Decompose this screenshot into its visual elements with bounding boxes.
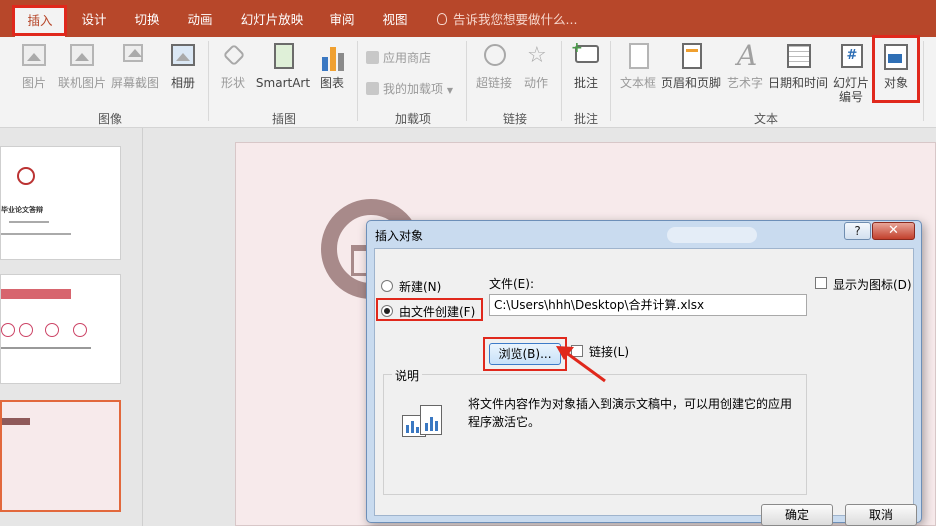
file-label: 文件(E): (489, 277, 534, 291)
header-footer-button[interactable]: 页眉和页脚 (660, 37, 722, 103)
file-path-input[interactable]: C:\Users\hhh\Desktop\合并计算.xlsx (489, 294, 807, 316)
create-from-file-radio[interactable] (381, 305, 393, 317)
picture-button[interactable]: 图片 (16, 37, 52, 103)
dialog-body: 新建(N) 由文件创建(F) 文件(E): C:\Users\hhh\Deskt… (374, 248, 917, 526)
dialog-titlebar[interactable]: 插入对象 ? ✕ (367, 221, 921, 248)
store-button[interactable]: 应用商店 (366, 49, 431, 66)
tell-me-box[interactable]: 告诉我您想要做什么... (437, 0, 577, 37)
link-checkbox[interactable] (571, 345, 583, 357)
description-group: 说明 将文件内容作为对象插入到演示文稿中，可以用创建它的应用程序激活它。 (383, 367, 807, 495)
ribbon: 图片 联机图片 屏幕截图 相册 图像 形状 SmartArt 图表 插图 应用商… (0, 37, 936, 128)
tab-review[interactable]: 审阅 (320, 0, 364, 37)
create-new-radio[interactable] (381, 280, 393, 292)
chart-button[interactable]: 图表 (316, 37, 348, 103)
store-icon (366, 51, 379, 64)
ok-button[interactable]: 确定 (761, 504, 833, 526)
addins-icon (366, 82, 379, 95)
textbox-icon (623, 41, 653, 73)
shapes-button[interactable]: 形状 (216, 37, 250, 103)
slide-thumbnail-1[interactable]: 毕业论文答辩 (0, 146, 121, 260)
textbox-button[interactable]: 文本框 (618, 37, 658, 103)
header-footer-icon (676, 41, 706, 73)
smartart-icon (268, 41, 298, 73)
close-button[interactable]: ✕ (872, 222, 915, 240)
description-title: 说明 (392, 367, 423, 384)
cancel-button[interactable]: 取消 (845, 504, 917, 526)
calendar-icon (783, 41, 813, 73)
insert-object-dialog: 插入对象 ? ✕ 新建(N) 由文件创建(F) 文件(E): C:\Users\… (366, 220, 922, 526)
wordart-icon: A (737, 39, 758, 72)
group-label-text: 文本 (753, 112, 778, 126)
display-as-icon-checkbox[interactable] (815, 277, 827, 289)
group-separator (357, 41, 358, 121)
slide-thumbnail-3[interactable] (0, 400, 121, 512)
object-button[interactable]: 对象 (876, 37, 916, 103)
screenshot-icon (120, 41, 150, 73)
bar-chart-icon (317, 41, 347, 73)
action-button[interactable]: ☆ 动作 (520, 37, 552, 103)
tab-insert[interactable]: 插入 (15, 7, 65, 37)
smartart-button[interactable]: SmartArt (254, 37, 312, 103)
create-new-label[interactable]: 新建(N) (399, 278, 441, 295)
wordart-button[interactable]: A 艺术字 (725, 37, 765, 103)
hash-icon: # (836, 41, 866, 73)
slide-number-button[interactable]: # 幻灯片 编号 (832, 37, 870, 104)
group-label-addins: 加载项 (394, 112, 431, 126)
display-as-icon-label[interactable]: 显示为图标(D) (833, 276, 912, 293)
online-picture-icon (67, 41, 97, 73)
group-label-images: 图像 (97, 112, 122, 126)
object-icon (881, 41, 911, 73)
blurred-background-text (667, 227, 757, 243)
group-label-links: 链接 (502, 112, 527, 126)
description-text: 将文件内容作为对象插入到演示文稿中，可以用创建它的应用程序激活它。 (468, 397, 793, 429)
group-separator (923, 41, 924, 121)
shapes-icon (218, 41, 248, 73)
group-separator (208, 41, 209, 121)
hyperlink-button[interactable]: 超链接 (474, 37, 514, 103)
album-icon (168, 41, 198, 73)
tab-view[interactable]: 视图 (373, 0, 417, 37)
picture-icon (19, 41, 49, 73)
screenshot-button[interactable]: 屏幕截图 (110, 37, 160, 103)
tab-transitions[interactable]: 切换 (125, 0, 169, 37)
star-icon: ☆ (527, 43, 547, 68)
album-button[interactable]: 相册 (166, 37, 200, 103)
group-label-illustrations: 插图 (271, 112, 296, 126)
comment-icon: + (571, 41, 601, 73)
slide-thumbnail-2[interactable] (0, 274, 121, 384)
embedded-file-icon (402, 405, 444, 441)
lightbulb-icon (437, 13, 447, 25)
comment-button[interactable]: + 批注 (570, 37, 602, 103)
tab-slideshow[interactable]: 幻灯片放映 (234, 0, 310, 37)
online-picture-button[interactable]: 联机图片 (56, 37, 108, 103)
group-label-comments: 批注 (573, 112, 598, 126)
ribbon-tab-bar: 插入 设计 切换 动画 幻灯片放映 审阅 视图 告诉我您想要做什么... (0, 0, 936, 37)
thumbnail-title: 毕业论文答辩 (1, 206, 43, 214)
slide-thumbnails-pane: 毕业论文答辩 (0, 128, 143, 526)
link-label[interactable]: 链接(L) (589, 343, 629, 360)
globe-link-icon (479, 41, 509, 73)
tab-design[interactable]: 设计 (72, 0, 116, 37)
logo-seal (17, 167, 35, 185)
create-from-file-label[interactable]: 由文件创建(F) (399, 303, 475, 320)
browse-button[interactable]: 浏览(B)... (489, 343, 561, 365)
thumbnail-tag (2, 418, 30, 425)
help-button[interactable]: ? (844, 222, 871, 240)
datetime-button[interactable]: 日期和时间 (767, 37, 829, 103)
my-addins-button[interactable]: 我的加载项 ▼ (366, 80, 453, 97)
group-separator (466, 41, 467, 121)
dialog-title: 插入对象 (375, 229, 424, 243)
group-separator (561, 41, 562, 121)
group-separator (610, 41, 611, 121)
thumbnail-banner (1, 289, 71, 299)
tab-animations[interactable]: 动画 (178, 0, 222, 37)
